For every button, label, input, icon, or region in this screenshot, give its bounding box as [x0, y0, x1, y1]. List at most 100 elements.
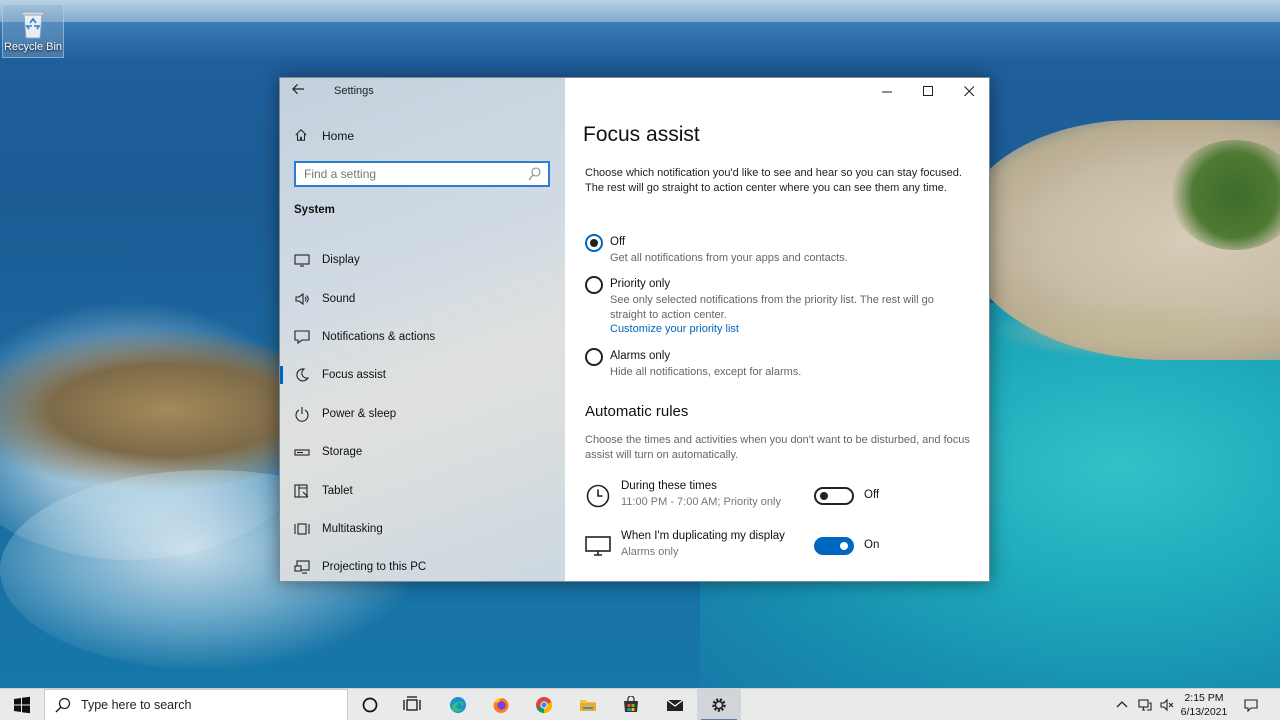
monitor-icon [294, 252, 310, 268]
back-button[interactable] [292, 82, 312, 100]
notification-icon [294, 329, 310, 345]
network-icon [1138, 699, 1152, 711]
taskbar-search-placeholder: Type here to search [81, 698, 192, 712]
settings-nav-pane: Settings Home System Display Sound No [280, 78, 565, 581]
firefox-app-button[interactable] [479, 689, 523, 720]
minimize-icon [881, 91, 892, 92]
minimize-button[interactable] [867, 78, 907, 104]
action-center-icon [1244, 699, 1258, 712]
taskbar-clock[interactable]: 2:15 PM 6/13/2021 [1172, 691, 1236, 719]
tablet-icon [294, 483, 310, 499]
edge-app-button[interactable] [436, 689, 480, 720]
nav-item-multitasking[interactable]: Multitasking [280, 510, 565, 548]
toggle-state: On [864, 539, 880, 551]
option-label: Off [610, 236, 626, 248]
store-app-button[interactable] [609, 689, 653, 720]
network-button[interactable] [1134, 689, 1156, 720]
clock-icon [585, 483, 611, 509]
rule-sub: 11:00 PM - 7:00 AM; Priority only [621, 496, 781, 508]
radio-alarms-only[interactable] [585, 348, 603, 366]
cortana-icon [362, 697, 378, 713]
nav-item-tablet[interactable]: Tablet [280, 471, 565, 509]
nav-item-label: Focus assist [322, 369, 386, 382]
nav-item-notifications[interactable]: Notifications & actions [280, 318, 565, 356]
back-arrow-icon [292, 83, 305, 95]
action-center-button[interactable] [1238, 689, 1264, 720]
settings-app-button[interactable] [697, 689, 741, 720]
maximize-button[interactable] [908, 78, 948, 104]
close-icon [963, 85, 974, 96]
option-label: Priority only [610, 278, 671, 290]
option-label: Alarms only [610, 350, 671, 362]
nav-item-label: Multitasking [322, 522, 383, 535]
search-input[interactable] [304, 163, 524, 185]
taskbar-search[interactable]: Type here to search [44, 689, 348, 720]
nav-item-power-sleep[interactable]: Power & sleep [280, 395, 565, 433]
rule-duplicating-display[interactable]: When I'm duplicating my display Alarms o… [585, 530, 985, 564]
nav-item-display[interactable]: Display [280, 241, 565, 279]
search-icon[interactable] [528, 166, 542, 182]
nav-item-label: Notifications & actions [322, 330, 436, 343]
customize-priority-link[interactable]: Customize your priority list [610, 323, 739, 335]
nav-titlebar: Settings [280, 78, 565, 104]
nav-item-label: Tablet [322, 484, 353, 497]
wallpaper-reef [990, 300, 1280, 360]
mail-icon [666, 699, 684, 711]
chevron-up-icon [1116, 701, 1128, 708]
folder-icon [580, 700, 596, 711]
gear-icon [712, 698, 726, 712]
cortana-button[interactable] [348, 689, 392, 720]
nav-item-label: Projecting to this PC [322, 561, 427, 574]
task-view-icon [403, 696, 421, 711]
rule-during-times[interactable]: During these times 11:00 PM - 7:00 AM; P… [585, 480, 985, 514]
rule-sub: Alarms only [621, 546, 679, 558]
multitasking-icon [294, 521, 310, 537]
power-icon [294, 406, 310, 422]
rule-label: When I'm duplicating my display [621, 530, 785, 542]
settings-search [294, 161, 550, 187]
task-view-button[interactable] [390, 689, 434, 720]
wallpaper-sky [0, 0, 1280, 22]
nav-list: Display Sound Notifications & actions Fo… [280, 241, 565, 581]
show-hidden-icons-button[interactable] [1112, 689, 1132, 720]
rule-label: During these times [621, 480, 717, 492]
close-button[interactable] [949, 78, 989, 104]
nav-item-label: Display [322, 254, 360, 267]
monitor-icon [585, 533, 611, 559]
clock-date: 6/13/2021 [1180, 706, 1228, 718]
edge-icon [450, 697, 466, 713]
home-icon [294, 128, 308, 145]
file-explorer-button[interactable] [566, 689, 610, 720]
nav-home[interactable]: Home [294, 125, 354, 147]
toggle-state: Off [864, 489, 880, 501]
projecting-icon [294, 559, 310, 575]
settings-window: Settings Home System Display Sound No [279, 77, 990, 582]
duplicating-display-toggle[interactable] [814, 537, 854, 555]
app-title: Settings [334, 85, 374, 97]
during-times-toggle[interactable] [814, 487, 854, 505]
nav-item-label: Sound [322, 292, 356, 305]
storage-icon [294, 444, 310, 460]
focus-assist-page: Focus assist Choose which notification y… [565, 78, 989, 581]
option-desc: See only selected notifications from the… [610, 294, 934, 321]
taskbar: Type here to search 2:15 PM 6/13/2021 [0, 688, 1280, 720]
radio-priority-only[interactable] [585, 276, 603, 294]
option-desc: Get all notifications from your apps and… [610, 252, 848, 264]
mail-app-button[interactable] [653, 689, 697, 720]
firefox-icon [493, 697, 509, 713]
nav-item-focus-assist[interactable]: Focus assist [280, 356, 565, 394]
start-button[interactable] [0, 689, 44, 720]
radio-off[interactable] [585, 234, 603, 252]
nav-item-label: Storage [322, 446, 363, 459]
nav-item-storage[interactable]: Storage [280, 433, 565, 471]
nav-item-sound[interactable]: Sound [280, 279, 565, 317]
store-icon [624, 696, 638, 712]
maximize-icon [922, 85, 933, 96]
page-intro: Choose which notification you'd like to … [585, 167, 962, 194]
automatic-rules-desc: Choose the times and activities when you… [585, 434, 970, 461]
nav-item-projecting[interactable]: Projecting to this PC [280, 548, 565, 581]
nav-item-label: Power & sleep [322, 407, 397, 420]
clock-time: 2:15 PM [1184, 692, 1224, 704]
recycle-bin-shortcut[interactable]: Recycle Bin [2, 4, 64, 58]
chrome-app-button[interactable] [522, 689, 566, 720]
